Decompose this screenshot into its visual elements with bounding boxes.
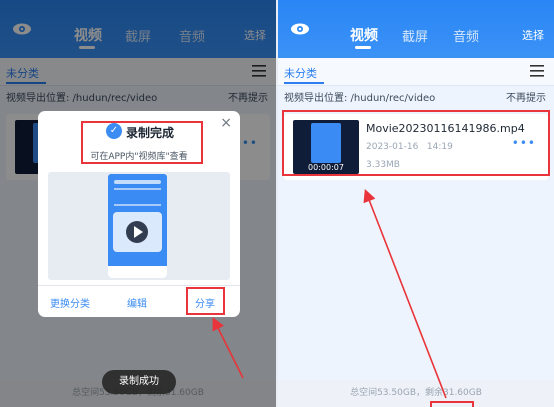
highlight-box-title	[81, 121, 203, 164]
category-underline	[284, 82, 324, 84]
close-icon[interactable]: ×	[220, 115, 232, 131]
video-preview[interactable]	[48, 172, 230, 280]
export-path-bar: 视频导出位置: /hudun/rec/video 不再提示	[278, 86, 554, 104]
tab-audio[interactable]: 音频	[453, 26, 479, 45]
tab-screenshot[interactable]: 截屏	[402, 26, 428, 45]
storage-footer: 总空间53.50GB，剩余31.60GB	[278, 380, 554, 407]
preview-phone-screen	[108, 174, 167, 278]
highlight-box-video	[282, 110, 550, 176]
tab-video[interactable]: 视频	[350, 25, 378, 45]
toast-message: 录制成功	[102, 370, 176, 394]
select-button[interactable]: 选择	[522, 27, 544, 43]
hamburger-menu-icon[interactable]	[530, 65, 544, 77]
highlight-box-share	[186, 287, 225, 315]
export-path-text: 视频导出位置: /hudun/rec/video	[284, 93, 436, 104]
edit-button[interactable]: 编辑	[127, 295, 147, 310]
highlight-box-bottom	[430, 401, 474, 407]
eye-logo-icon	[291, 23, 309, 35]
category-bar: 未分类	[278, 58, 554, 86]
storage-info: 总空间53.50GB，剩余31.60GB	[350, 388, 482, 398]
change-category-button[interactable]: 更换分类	[50, 295, 90, 310]
play-icon[interactable]	[126, 221, 148, 243]
right-panel: 视频 截屏 音频 选择 未分类 视频导出位置: /hudun/rec/video…	[278, 0, 554, 407]
preview-content-lines	[114, 188, 161, 206]
dismiss-tip-link[interactable]: 不再提示	[506, 89, 546, 104]
category-label[interactable]: 未分类	[284, 65, 317, 81]
tab-video-underline	[355, 46, 371, 49]
top-bar: 视频 截屏 音频 选择	[278, 0, 554, 58]
preview-header-line	[114, 180, 161, 184]
screenshot-comparison: 视频 截屏 音频 选择 未分类 视频导出位置: /hudun/rec/video…	[0, 0, 554, 407]
left-panel: 视频 截屏 音频 选择 未分类 视频导出位置: /hudun/rec/video…	[0, 0, 276, 407]
preview-bottom-bar	[108, 266, 167, 278]
